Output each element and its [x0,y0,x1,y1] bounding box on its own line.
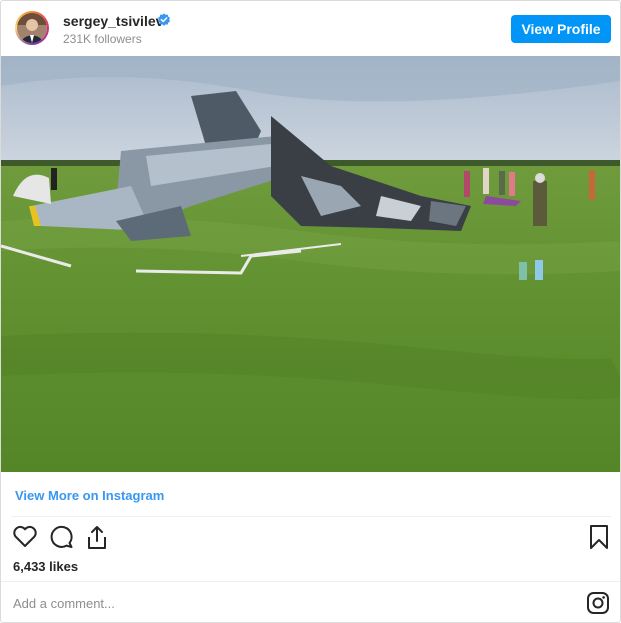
avatar[interactable] [15,11,49,45]
share-icon[interactable] [83,521,111,553]
add-comment-input[interactable]: Add a comment... [13,596,115,611]
heart-icon[interactable] [11,521,39,553]
bookmark-icon[interactable] [585,521,613,553]
instagram-embed-card: sergey_tsivilev 231K followers View Prof… [0,0,621,623]
comment-icon[interactable] [47,521,75,553]
divider [1,581,620,582]
post-header: sergey_tsivilev 231K followers View Prof… [1,1,620,56]
post-actions [1,521,620,555]
post-photo[interactable] [1,56,620,472]
username[interactable]: sergey_tsivilev [63,13,163,29]
follower-count: 231K followers [63,32,142,46]
view-profile-button[interactable]: View Profile [511,15,611,43]
likes-count[interactable]: 6,433 likes [13,559,78,574]
verified-badge-icon [158,13,170,26]
avatar-photo [17,13,47,43]
view-more-on-instagram-link[interactable]: View More on Instagram [15,488,164,503]
divider [11,516,611,517]
instagram-icon[interactable] [586,591,610,615]
